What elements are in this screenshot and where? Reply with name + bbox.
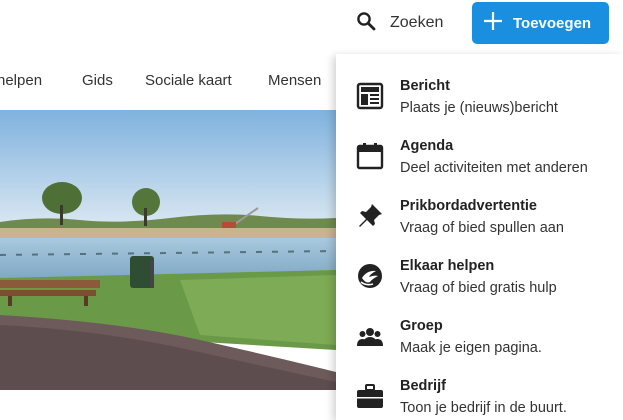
menu-item-title: Agenda [400, 138, 454, 154]
nav-item-mensen[interactable]: Mensen [268, 72, 321, 89]
menu-item-description: Deel activiteiten met anderen [400, 160, 588, 176]
nav-item-gids[interactable]: Gids [82, 72, 113, 89]
menu-item-elkaar-helpen[interactable]: Elkaar helpen Vraag of bied gratis hulp [336, 240, 623, 300]
menu-item-groep[interactable]: Groep Maak je eigen pagina. [336, 300, 623, 360]
nav-item-sociale-kaart[interactable]: Sociale kaart [145, 72, 232, 89]
top-header: Zoeken Toevoegen [0, 0, 623, 56]
menu-item-title: Bedrijf [400, 378, 446, 394]
menu-item-description: Vraag of bied spullen aan [400, 220, 564, 236]
menu-item-title: Prikbordadvertentie [400, 198, 537, 214]
helping-hand-icon [356, 262, 384, 290]
menu-item-agenda[interactable]: Agenda Deel activiteiten met anderen [336, 120, 623, 180]
nav-item-helpen[interactable]: helpen [0, 72, 42, 89]
menu-item-description: Maak je eigen pagina. [400, 340, 542, 356]
menu-item-description: Toon je bedrijf in de buurt. [400, 400, 567, 416]
plus-icon [472, 10, 504, 37]
menu-item-title: Groep [400, 318, 443, 334]
menu-item-prikbordadvertentie[interactable]: Prikbordadvertentie Vraag of bied spulle… [336, 180, 623, 240]
pushpin-icon [356, 202, 384, 230]
search-label: Zoeken [390, 14, 444, 31]
main-nav: helpen Gids Sociale kaart Mensen [0, 60, 336, 102]
search-icon [356, 11, 376, 36]
add-button[interactable]: Toevoegen [472, 2, 609, 44]
group-icon [356, 322, 384, 350]
briefcase-icon [356, 382, 384, 410]
menu-item-description: Vraag of bied gratis hulp [400, 280, 557, 296]
menu-item-bedrijf[interactable]: Bedrijf Toon je bedrijf in de buurt. [336, 360, 623, 420]
calendar-icon [356, 142, 384, 170]
search-button[interactable]: Zoeken [356, 10, 443, 36]
menu-item-description: Plaats je (nieuws)bericht [400, 100, 558, 116]
menu-item-title: Elkaar helpen [400, 258, 495, 274]
add-dropdown-menu: Bericht Plaats je (nieuws)bericht Agenda… [336, 54, 623, 420]
menu-item-bericht[interactable]: Bericht Plaats je (nieuws)bericht [336, 60, 623, 120]
hero-photo [0, 110, 336, 390]
newspaper-icon [356, 82, 384, 110]
menu-item-title: Bericht [400, 78, 450, 94]
add-button-label: Toevoegen [513, 14, 592, 32]
